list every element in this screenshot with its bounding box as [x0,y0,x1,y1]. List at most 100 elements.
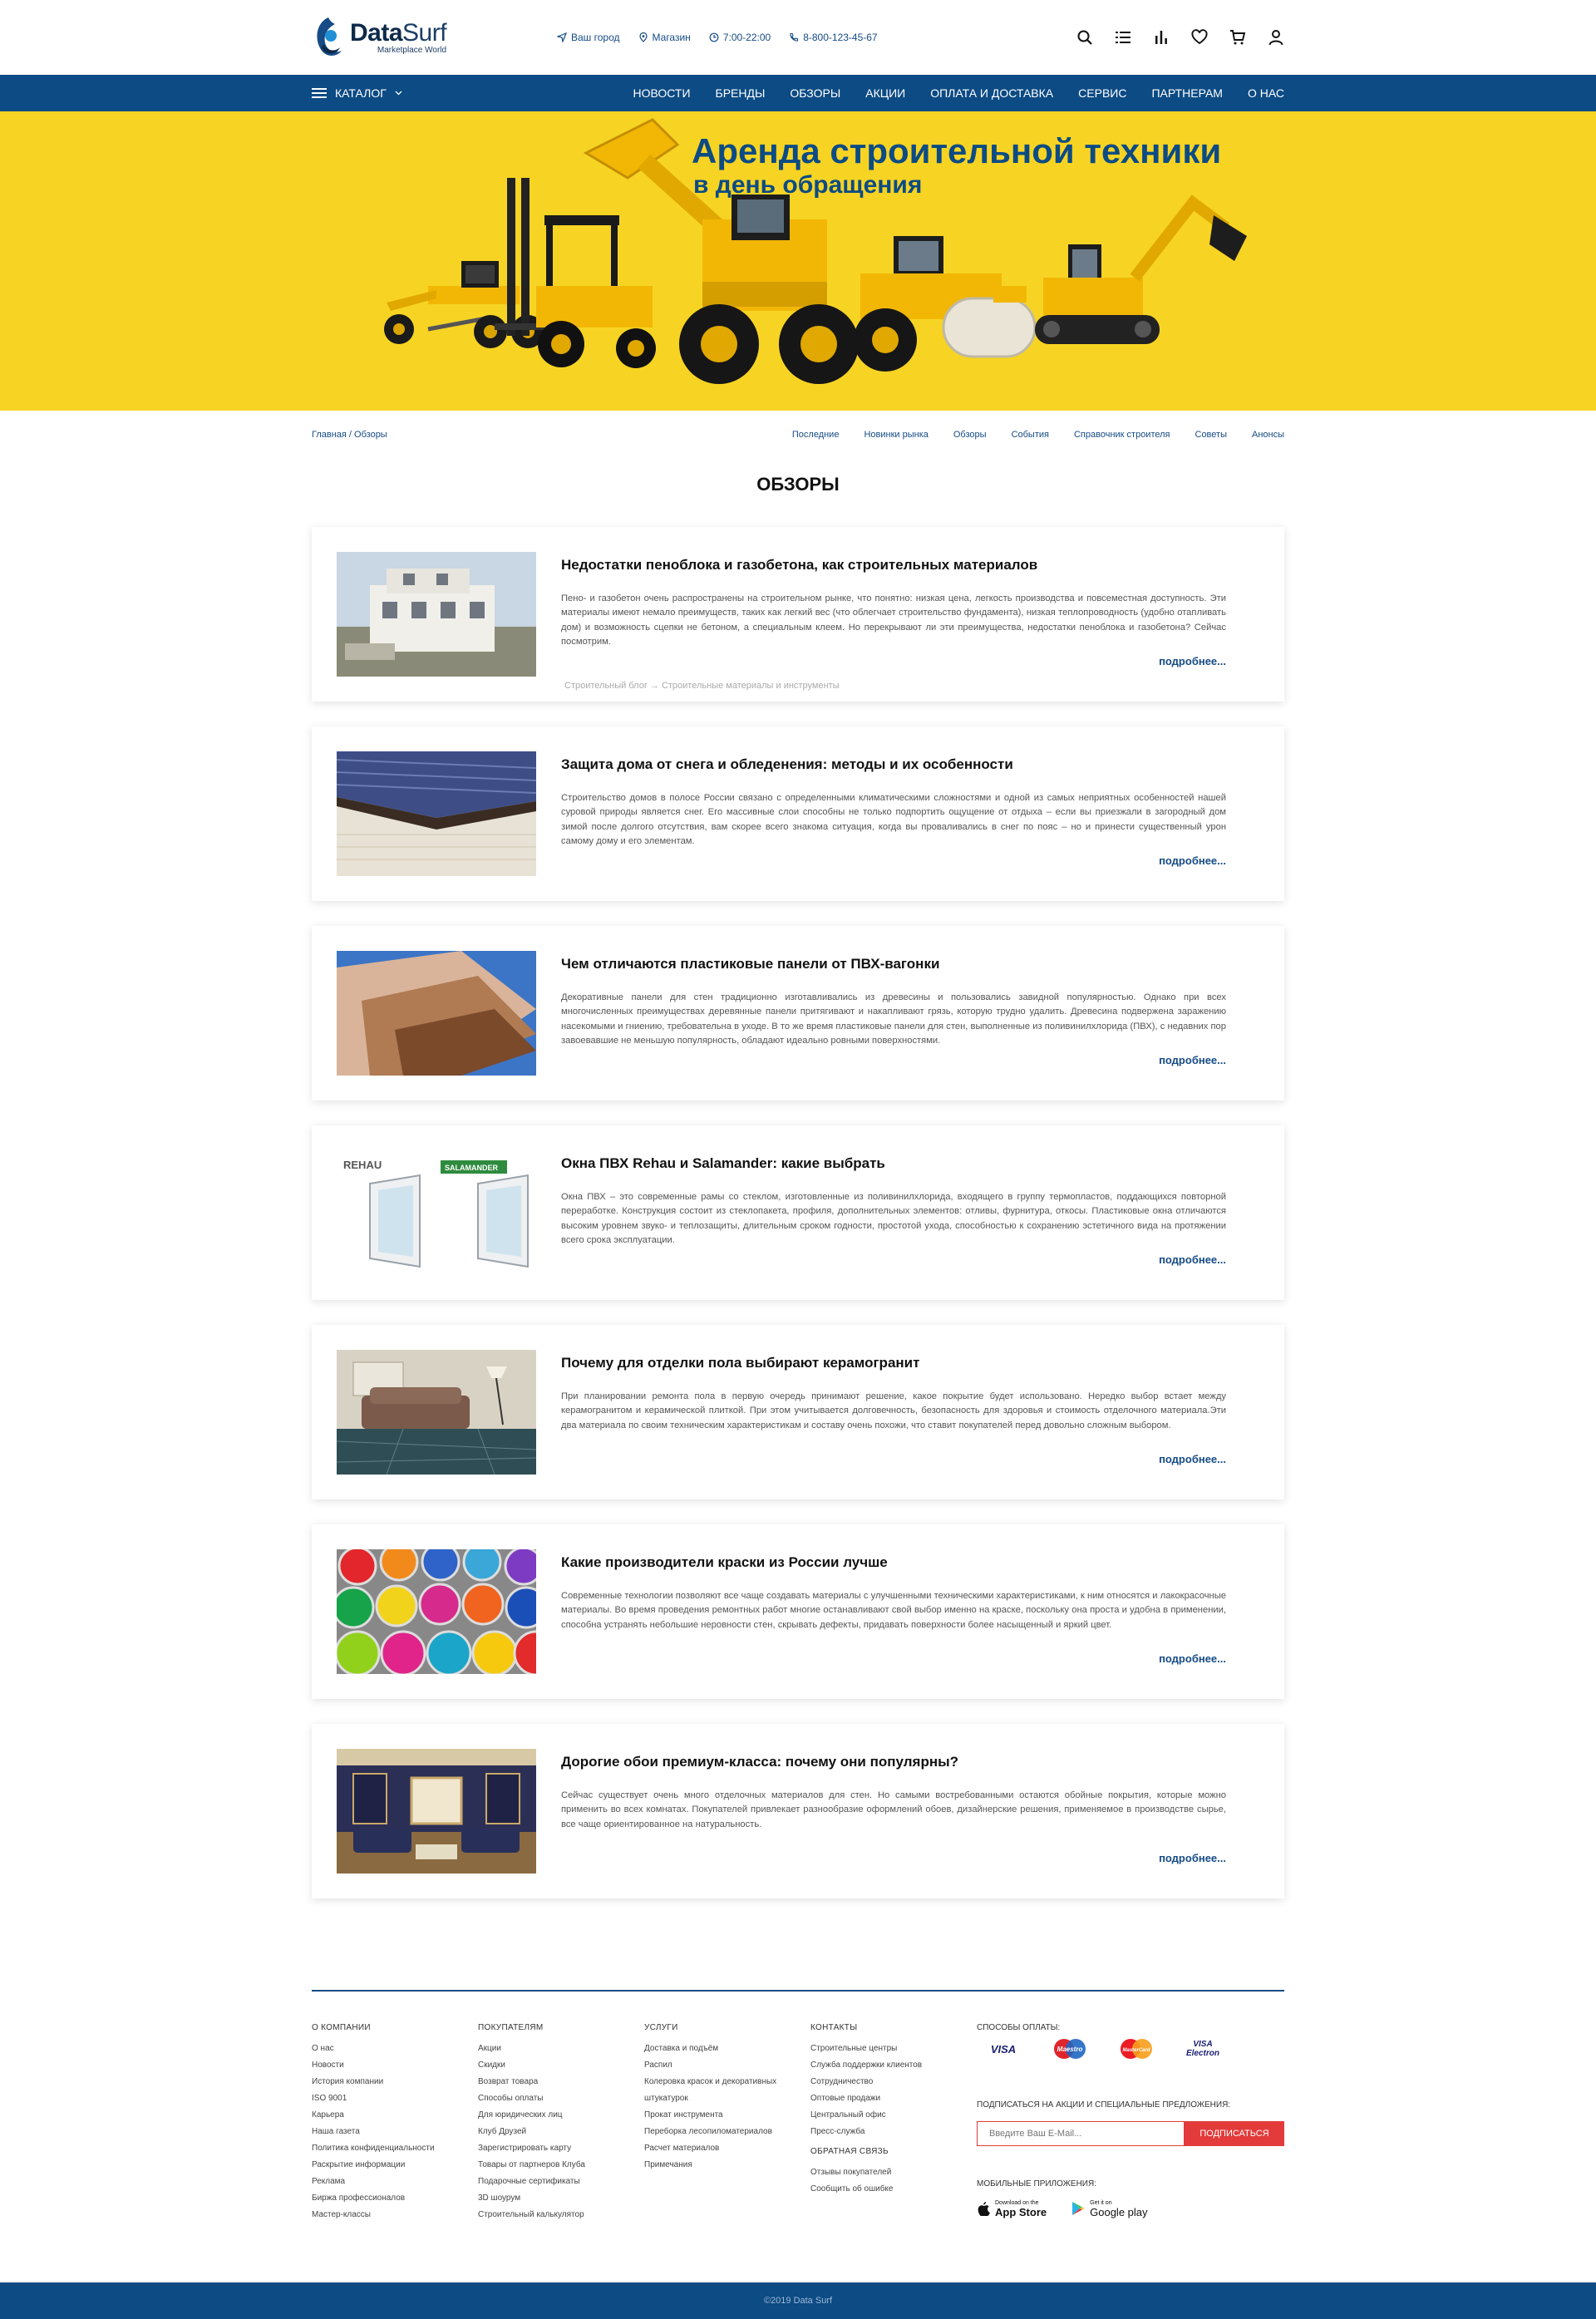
footer-link[interactable]: Сообщить об ошибке [810,2181,977,2198]
footer-link[interactable]: Оптовые продажи [810,2090,977,2107]
read-more-link[interactable]: подробнее... [1159,655,1226,667]
mastercard-logo: MasterCard [1110,2036,1163,2062]
footer-link[interactable]: Раскрытие информации [312,2157,478,2174]
user-icon[interactable] [1268,29,1284,46]
nav-link-payment-delivery[interactable]: ОПЛАТА И ДОСТАВКА [930,86,1053,100]
email-subscribe-input[interactable] [977,2121,1185,2146]
read-more-link[interactable]: подробнее... [1159,854,1226,867]
footer-link[interactable]: Центральный офис [810,2107,977,2124]
site-logo[interactable]: DataSurf Marketplace World [312,14,561,61]
breadcrumb[interactable]: Главная / Обзоры [312,430,387,440]
footer-link[interactable]: 3D шоурум [478,2190,644,2207]
footer-link[interactable]: Биржа профессионалов [312,2190,478,2207]
phone-link[interactable]: 8-800-123-45-67 [789,32,878,43]
compare-list-icon[interactable] [1115,29,1131,46]
footer-link[interactable]: Служба поддержки клиентов [810,2057,977,2074]
article-title[interactable]: Дорогие обои премиум-класса: почему они … [561,1754,958,1770]
footer-link[interactable]: Возврат товара [478,2074,644,2090]
footer-link[interactable]: Реклама [312,2174,478,2190]
footer-link[interactable]: Пресс-служба [810,2124,977,2140]
read-more-link[interactable]: подробнее... [1159,1054,1226,1066]
footer-link[interactable]: Акции [478,2041,644,2057]
footer-link[interactable]: Распил [644,2057,810,2074]
cart-icon[interactable] [1229,29,1246,46]
nav-link-brands[interactable]: БРЕНДЫ [716,86,766,100]
read-more-link[interactable]: подробнее... [1159,1253,1226,1266]
nav-link-reviews[interactable]: ОБЗОРЫ [790,86,840,100]
app-store-badge[interactable]: Download on the App Store [977,2197,1047,2220]
article-title[interactable]: Защита дома от снега и обледенения: мето… [561,756,1013,773]
subscribe-button[interactable]: ПОДПИСАТЬСЯ [1185,2121,1284,2146]
footer-link[interactable]: Строительный калькулятор [478,2207,644,2223]
footer-link[interactable]: Клуб Друзей [478,2124,644,2140]
footer-link[interactable]: История компании [312,2074,478,2090]
heart-icon[interactable] [1191,29,1208,46]
footer-link[interactable]: Переборка лесопиломатериалов [644,2124,810,2140]
subnav-market-news[interactable]: Новинки рынка [864,430,928,440]
read-more-link[interactable]: подробнее... [1159,1652,1226,1665]
hero-banner[interactable]: Аренда строительной техники в день обращ… [0,111,1596,411]
hamburger-icon [312,88,327,98]
subnav-reviews[interactable]: Обзоры [953,430,987,440]
footer-link[interactable]: Сотрудничество [810,2074,977,2090]
article-image-paint-cans[interactable] [337,1549,536,1674]
footer-link[interactable]: Мастер-классы [312,2207,478,2223]
read-more-link[interactable]: подробнее... [1159,1852,1226,1864]
footer-link[interactable]: Товары от партнеров Клуба [478,2157,644,2174]
subnav-announcements[interactable]: Анонсы [1252,430,1284,440]
article-image-snowy-roof[interactable] [337,751,536,876]
article-card: Почему для отделки пола выбирают керамог… [312,1325,1284,1499]
article-image-aerated-concrete-house[interactable] [337,552,536,677]
catalog-menu-button[interactable]: КАТАЛОГ [312,86,402,100]
article-title[interactable]: Недостатки пеноблока и газобетона, как с… [561,557,1037,574]
article-excerpt: Окна ПВХ – это современные рамы со стекл… [561,1192,1226,1246]
footer-link[interactable]: Прокат инструмента [644,2107,810,2124]
article-title[interactable]: Какие производители краски из России луч… [561,1554,888,1571]
article-image-premium-wallpaper-room[interactable] [337,1749,536,1873]
footer-link[interactable]: Новости [312,2057,478,2074]
stats-icon[interactable] [1153,29,1170,46]
article-card: Защита дома от снега и обледенения: мето… [312,726,1284,901]
footer-link[interactable]: Примечания [644,2157,810,2174]
subscribe-title: ПОДПИСАТЬСЯ НА АКЦИИ И СПЕЦИАЛЬНЫЕ ПРЕДЛ… [977,2100,1231,2110]
subnav-latest[interactable]: Последние [792,430,840,440]
nav-link-about[interactable]: О НАС [1248,86,1284,100]
article-tags[interactable]: Строительный блог → Строительные материа… [564,681,840,691]
footer-link[interactable]: Карьера [312,2107,478,2124]
subnav-events[interactable]: События [1012,430,1049,440]
article-image-pvc-windows[interactable]: REHAU SALAMANDER [337,1150,536,1275]
footer-link[interactable]: О нас [312,2041,478,2057]
nav-link-promos[interactable]: АКЦИИ [865,86,905,100]
footer-link[interactable]: ISO 9001 [312,2090,478,2107]
article-title[interactable]: Окна ПВХ Rehau и Salamander: какие выбра… [561,1155,885,1172]
footer-link[interactable]: Политика конфиденциальности [312,2140,478,2157]
city-selector[interactable]: Ваш город [557,32,620,43]
footer-link[interactable]: Скидки [478,2057,644,2074]
footer-link[interactable]: Способы оплаты [478,2090,644,2107]
footer-link[interactable]: Расчет материалов [644,2140,810,2157]
article-title[interactable]: Почему для отделки пола выбирают керамог… [561,1355,919,1371]
footer-col-customers: ПОКУПАТЕЛЯМ Акции Скидки Возврат товара … [478,2023,644,2231]
subnav-tips[interactable]: Советы [1195,430,1227,440]
footer-link[interactable]: Строительные центры [810,2041,977,2057]
subnav-builder-guide[interactable]: Справочник строителя [1074,430,1170,440]
footer-link[interactable]: Зарегистрировать карту [478,2140,644,2157]
footer-link[interactable]: Колеровка красок и декоративных [644,2074,810,2090]
nav-link-partners[interactable]: ПАРТНЕРАМ [1151,86,1223,100]
article-image-plastic-panels[interactable] [337,951,536,1076]
read-more-link[interactable]: подробнее... [1159,1453,1226,1465]
footer-link[interactable]: Отзывы покупателей [810,2164,977,2181]
footer-link[interactable]: Доставка и подъём [644,2041,810,2057]
chevron-down-icon [395,91,402,96]
footer-link[interactable]: штукатурок [644,2090,810,2107]
footer-link[interactable]: Наша газета [312,2124,478,2140]
nav-link-news[interactable]: НОВОСТИ [633,86,691,100]
nav-link-service[interactable]: СЕРВИС [1078,86,1126,100]
google-play-badge[interactable]: Get it on Google play [1071,2197,1148,2220]
footer-link[interactable]: Для юридических лиц [478,2107,644,2124]
article-image-porcelain-floor[interactable] [337,1350,536,1475]
article-title[interactable]: Чем отличаются пластиковые панели от ПВХ… [561,956,939,972]
footer-link[interactable]: Подарочные сертификаты [478,2174,644,2190]
search-icon[interactable] [1076,29,1093,46]
store-selector[interactable]: Магазин [638,32,691,43]
